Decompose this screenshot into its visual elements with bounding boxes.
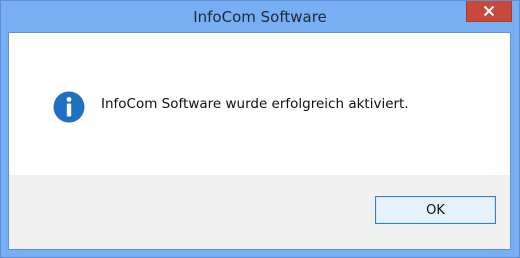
- button-area: OK: [9, 175, 510, 249]
- message-area: InfoCom Software wurde erfolgreich aktiv…: [9, 33, 510, 175]
- ok-button[interactable]: OK: [375, 196, 496, 224]
- title-bar[interactable]: InfoCom Software: [1, 1, 519, 32]
- close-button[interactable]: [466, 1, 512, 22]
- close-icon: [483, 5, 495, 17]
- info-icon: [53, 91, 85, 123]
- dialog-window: InfoCom Software InfoCom Software wurde …: [0, 0, 520, 258]
- window-title: InfoCom Software: [193, 8, 327, 26]
- dialog-client-area: InfoCom Software wurde erfolgreich aktiv…: [8, 32, 511, 250]
- message-text: InfoCom Software wurde erfolgreich aktiv…: [101, 96, 409, 112]
